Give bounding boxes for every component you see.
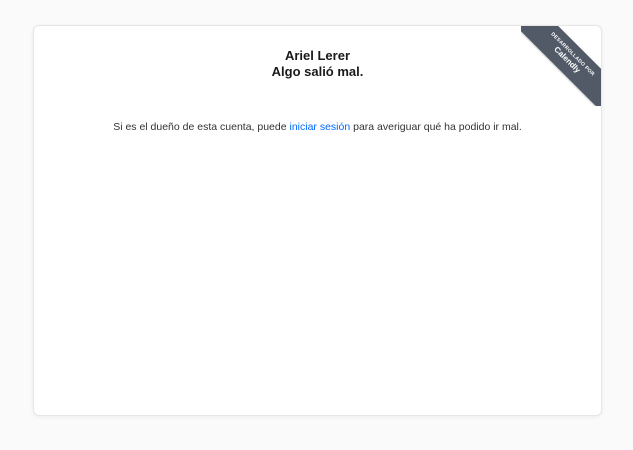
powered-by-ribbon[interactable]: DESARROLLADO POR Calendly [521,26,601,106]
message-prefix: Si es el dueño de esta cuenta, puede [113,121,290,133]
error-card: Ariel Lerer Algo salió mal. Si es el due… [33,25,602,416]
error-title: Algo salió mal. [271,64,364,79]
owner-name: Ariel Lerer [284,48,351,63]
login-link[interactable]: iniciar sesión [290,121,351,133]
header: Ariel Lerer Algo salió mal. [34,48,601,80]
ribbon-band[interactable]: DESARROLLADO POR Calendly [521,26,601,106]
error-message: Si es el dueño de esta cuenta, puede ini… [34,120,601,134]
message-suffix: para averiguar qué ha podido ir mal. [350,121,522,133]
